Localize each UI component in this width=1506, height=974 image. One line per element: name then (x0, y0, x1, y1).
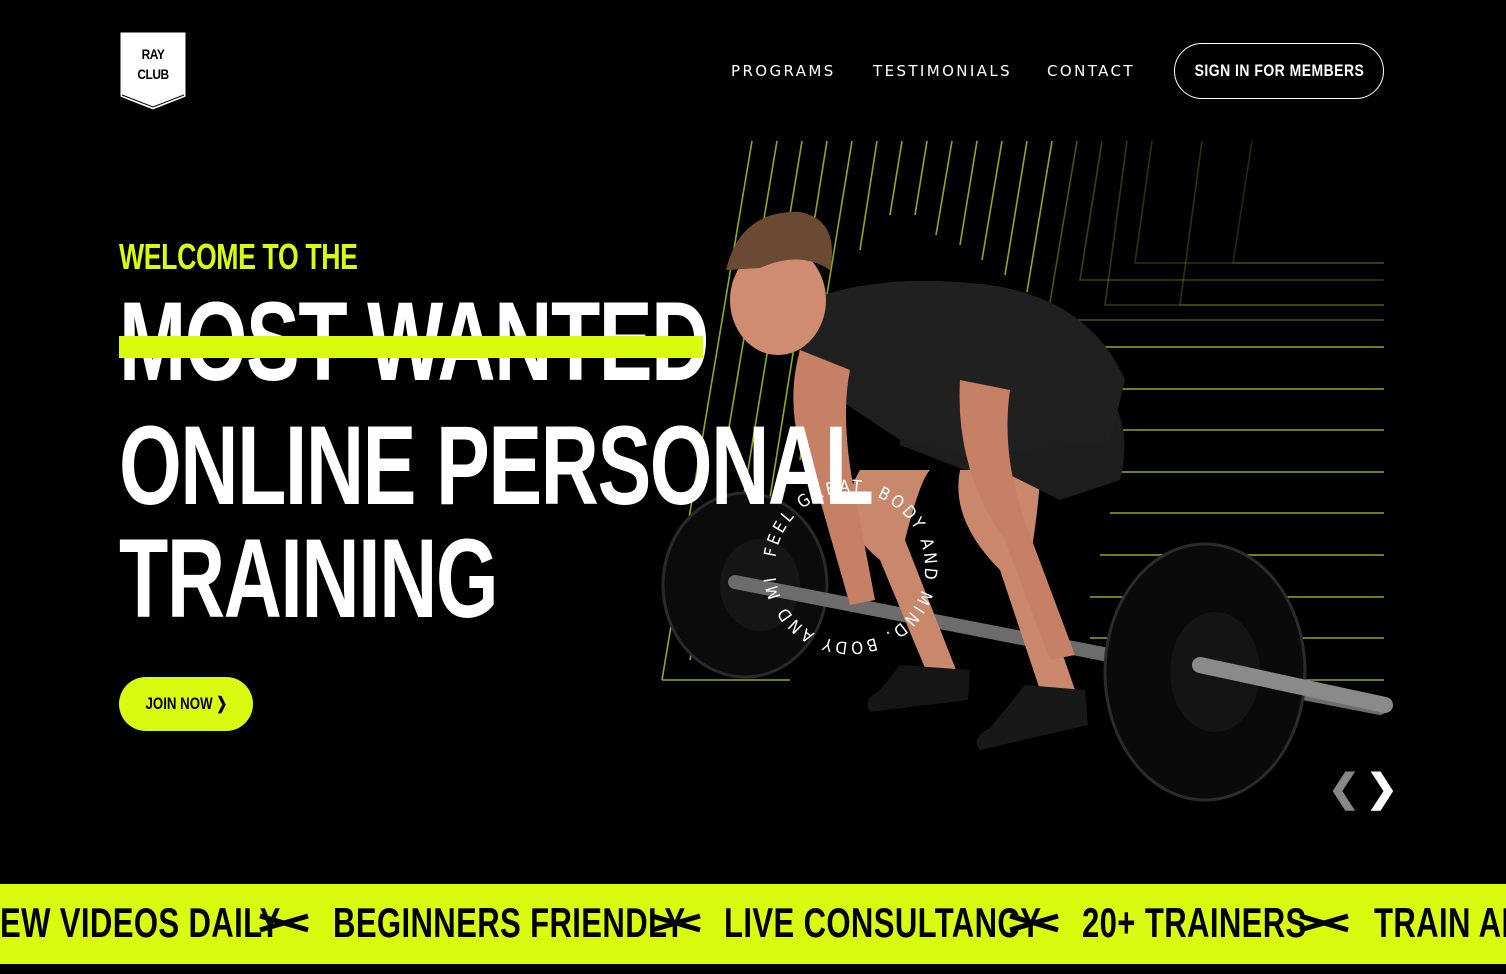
dumbbell-separator-icon (651, 913, 701, 933)
carousel-prev-icon[interactable]: ❮ (1328, 770, 1360, 808)
ticker-item: 20+ TRAINERS (1082, 899, 1307, 946)
headline-line-2: ONLINE PERSONAL (119, 403, 874, 528)
headline-strike-bar (119, 336, 703, 358)
feature-ticker: EW VIDEOS DAILY BEGINNERS FRIENDLY LIVE … (0, 884, 1506, 964)
hero-welcome: WELCOME TO THE (119, 236, 358, 277)
ticker-item: TRAIN ANY (1374, 899, 1506, 946)
ticker-item: BEGINNERS FRIENDLY (333, 899, 686, 946)
dumbbell-separator-icon (1299, 913, 1349, 933)
join-now-label: JOIN NOW ❯ (145, 694, 227, 713)
dumbbell-separator-icon (1009, 913, 1059, 933)
ticker-item: EW VIDEOS DAILY (0, 899, 281, 946)
ticker-item: LIVE CONSULTANCY (724, 899, 1042, 946)
headline-line-3: TRAINING (119, 516, 499, 641)
dumbbell-separator-icon (259, 913, 309, 933)
carousel-next-icon[interactable]: ❯ (1366, 770, 1398, 808)
join-now-button[interactable]: JOIN NOW ❯ (119, 677, 253, 731)
